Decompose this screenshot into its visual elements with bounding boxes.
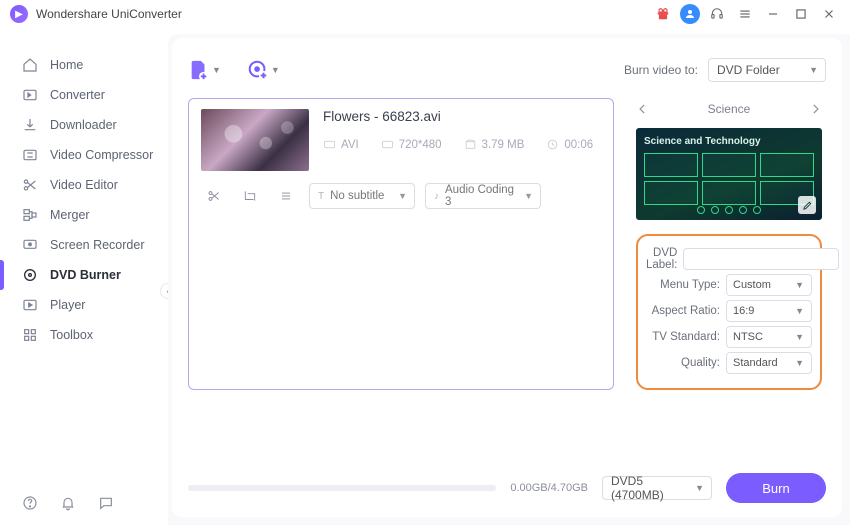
- scissors-icon: [22, 177, 38, 193]
- tv-standard-select[interactable]: NTSC▼: [726, 326, 812, 348]
- menu-type-select[interactable]: Custom▼: [726, 274, 812, 296]
- sidebar-item-label: Home: [50, 58, 83, 72]
- aspect-ratio-select[interactable]: 16:9▼: [726, 300, 812, 322]
- burn-to-value: DVD Folder: [717, 63, 780, 77]
- merge-icon: [22, 207, 38, 223]
- add-file-icon: [188, 59, 210, 81]
- crop-button[interactable]: [237, 185, 263, 207]
- chevron-down-icon: ▼: [524, 191, 533, 201]
- sidebar-item-label: Screen Recorder: [50, 238, 145, 252]
- download-icon: [22, 117, 38, 133]
- video-resolution: 720*480: [381, 138, 442, 151]
- load-disc-button[interactable]: ▼: [247, 59, 280, 81]
- home-icon: [22, 57, 38, 73]
- sidebar-item-home[interactable]: Home: [0, 50, 168, 80]
- template-name: Science: [708, 102, 751, 116]
- help-icon[interactable]: [22, 495, 38, 511]
- play-icon: [22, 297, 38, 313]
- disc-icon: [22, 267, 38, 283]
- main-panel: ▼ ▼ Burn video to: DVD Folder ▼: [168, 34, 850, 525]
- feedback-icon[interactable]: [98, 495, 114, 511]
- subtitle-icon: T: [318, 191, 324, 202]
- sidebar-item-recorder[interactable]: Screen Recorder: [0, 230, 168, 260]
- sidebar-item-label: Video Editor: [50, 178, 118, 192]
- close-button[interactable]: [818, 3, 840, 25]
- video-title: Flowers - 66823.avi: [323, 109, 601, 124]
- app-logo-icon: ▶: [10, 5, 28, 23]
- burn-to-label: Burn video to:: [624, 63, 698, 77]
- maximize-button[interactable]: [790, 3, 812, 25]
- template-preview-title: Science and Technology: [644, 136, 814, 147]
- burn-to-select[interactable]: DVD Folder ▼: [708, 58, 826, 82]
- sidebar-item-label: DVD Burner: [50, 268, 121, 282]
- aspect-ratio-label: Aspect Ratio:: [646, 305, 720, 317]
- video-duration: 00:06: [546, 138, 593, 151]
- disc-usage-bar: [188, 485, 496, 491]
- sidebar-item-label: Player: [50, 298, 85, 312]
- subtitle-select[interactable]: T No subtitle ▼: [309, 183, 415, 209]
- sidebar-item-merger[interactable]: Merger: [0, 200, 168, 230]
- menu-type-label: Menu Type:: [646, 279, 720, 291]
- tv-standard-label: TV Standard:: [646, 331, 720, 343]
- template-next-button[interactable]: [808, 102, 822, 116]
- sidebar-item-label: Converter: [50, 88, 105, 102]
- hamburger-menu-icon[interactable]: [734, 3, 756, 25]
- disc-usage-text: 0.00GB/4.70GB: [510, 482, 588, 494]
- dvd-settings: DVD Label: Menu Type: Custom▼ Aspect Rati…: [636, 234, 822, 390]
- sidebar-item-label: Toolbox: [50, 328, 93, 342]
- titlebar: ▶ Wondershare UniConverter: [0, 0, 850, 28]
- bell-icon[interactable]: [60, 495, 76, 511]
- sidebar-item-editor[interactable]: Video Editor: [0, 170, 168, 200]
- sidebar-item-player[interactable]: Player: [0, 290, 168, 320]
- audio-select[interactable]: ♪ Audio Coding 3 ▼: [425, 183, 541, 209]
- video-format: AVI: [323, 138, 359, 151]
- sidebar: Home Converter Downloader Video Compress…: [0, 28, 168, 525]
- chevron-down-icon: ▼: [398, 191, 407, 201]
- sidebar-item-converter[interactable]: Converter: [0, 80, 168, 110]
- quality-select[interactable]: Standard▼: [726, 352, 812, 374]
- disc-type-select[interactable]: DVD5 (4700MB)▼: [602, 476, 712, 500]
- chevron-down-icon: ▼: [212, 65, 221, 75]
- chevron-down-icon: ▼: [271, 65, 280, 75]
- sidebar-item-downloader[interactable]: Downloader: [0, 110, 168, 140]
- app-title: Wondershare UniConverter: [36, 7, 182, 21]
- chevron-down-icon: ▼: [809, 65, 818, 75]
- burn-button[interactable]: Burn: [726, 473, 826, 503]
- sidebar-item-label: Merger: [50, 208, 90, 222]
- grid-icon: [22, 327, 38, 343]
- sidebar-item-toolbox[interactable]: Toolbox: [0, 320, 168, 350]
- add-file-button[interactable]: ▼: [188, 59, 221, 81]
- audio-icon: ♪: [434, 191, 439, 202]
- gift-icon[interactable]: [652, 3, 674, 25]
- sidebar-item-label: Downloader: [50, 118, 117, 132]
- sidebar-item-compressor[interactable]: Video Compressor: [0, 140, 168, 170]
- compress-icon: [22, 147, 38, 163]
- template-preview[interactable]: Science and Technology: [636, 128, 822, 220]
- video-thumbnail[interactable]: [201, 109, 309, 171]
- dvd-label-label: DVD Label:: [646, 247, 677, 271]
- footer: 0.00GB/4.70GB DVD5 (4700MB)▼ Burn: [188, 473, 826, 503]
- video-size: 3.79 MB: [464, 138, 525, 151]
- sidebar-item-dvd-burner[interactable]: DVD Burner: [0, 260, 168, 290]
- trim-button[interactable]: [201, 185, 227, 207]
- sidebar-item-label: Video Compressor: [50, 148, 153, 162]
- user-avatar-icon[interactable]: [680, 4, 700, 24]
- template-panel: Science Science and Technology DVD Label…: [636, 98, 822, 390]
- minimize-button[interactable]: [762, 3, 784, 25]
- template-edit-button[interactable]: [798, 196, 816, 214]
- record-icon: [22, 237, 38, 253]
- disc-add-icon: [247, 59, 269, 81]
- headset-icon[interactable]: [706, 3, 728, 25]
- toolbar: ▼ ▼ Burn video to: DVD Folder ▼: [188, 52, 826, 88]
- quality-label: Quality:: [646, 357, 720, 369]
- more-button[interactable]: [273, 185, 299, 207]
- converter-icon: [22, 87, 38, 103]
- dvd-label-input[interactable]: [683, 248, 839, 270]
- template-prev-button[interactable]: [636, 102, 650, 116]
- video-card: Flowers - 66823.avi AVI 720*480 3.79 MB …: [188, 98, 614, 390]
